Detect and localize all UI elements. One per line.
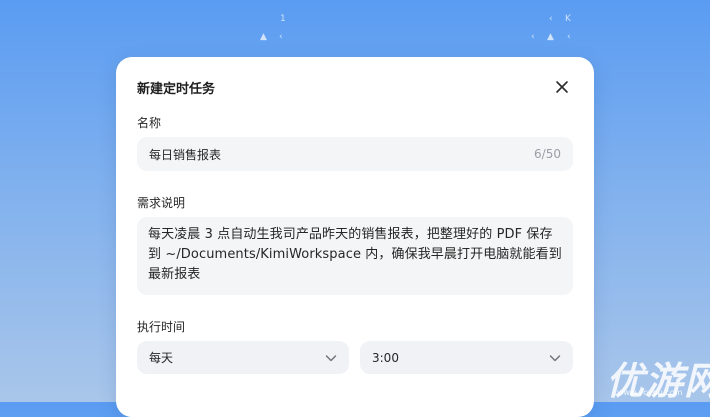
name-char-counter: 6/50: [534, 147, 561, 161]
bg-chevron-icon: ‹: [279, 32, 283, 42]
bg-chevron-icon: ‹: [531, 32, 535, 42]
watermark-url: www.yoyou.com: [617, 388, 683, 397]
frequency-select-value: 每天: [149, 351, 174, 365]
bg-arrow-icon: ▲: [260, 32, 267, 42]
chevron-down-icon: [549, 354, 561, 361]
name-input-value: 每日销售报表: [149, 147, 222, 162]
bg-glyph: K: [565, 14, 571, 24]
name-label: 名称: [137, 116, 162, 130]
bg-arrow-icon: ▲: [547, 32, 554, 42]
chevron-down-icon: [325, 354, 337, 361]
bg-glyph: 1: [280, 14, 286, 24]
execution-time-label: 执行时间: [137, 320, 186, 334]
description-textarea[interactable]: 每天凌晨 3 点自动生我司产品昨天的销售报表，把整理好的 PDF 保存到 ~/D…: [137, 217, 573, 295]
close-icon: [556, 81, 568, 93]
bg-chevron-icon: ‹: [549, 14, 553, 24]
description-label: 需求说明: [137, 196, 186, 210]
time-select-value: 3:00: [372, 350, 399, 365]
name-input[interactable]: 每日销售报表 6/50: [137, 137, 573, 171]
frequency-select[interactable]: 每天: [137, 341, 349, 374]
time-select[interactable]: 3:00: [360, 341, 573, 374]
new-scheduled-task-dialog: 新建定时任务 名称 每日销售报表 6/50 需求说明 每天凌晨 3 点自动生我司…: [116, 57, 594, 417]
bg-chevron-icon: ‹: [567, 32, 571, 42]
dialog-title: 新建定时任务: [137, 82, 216, 97]
close-button[interactable]: [552, 77, 572, 97]
